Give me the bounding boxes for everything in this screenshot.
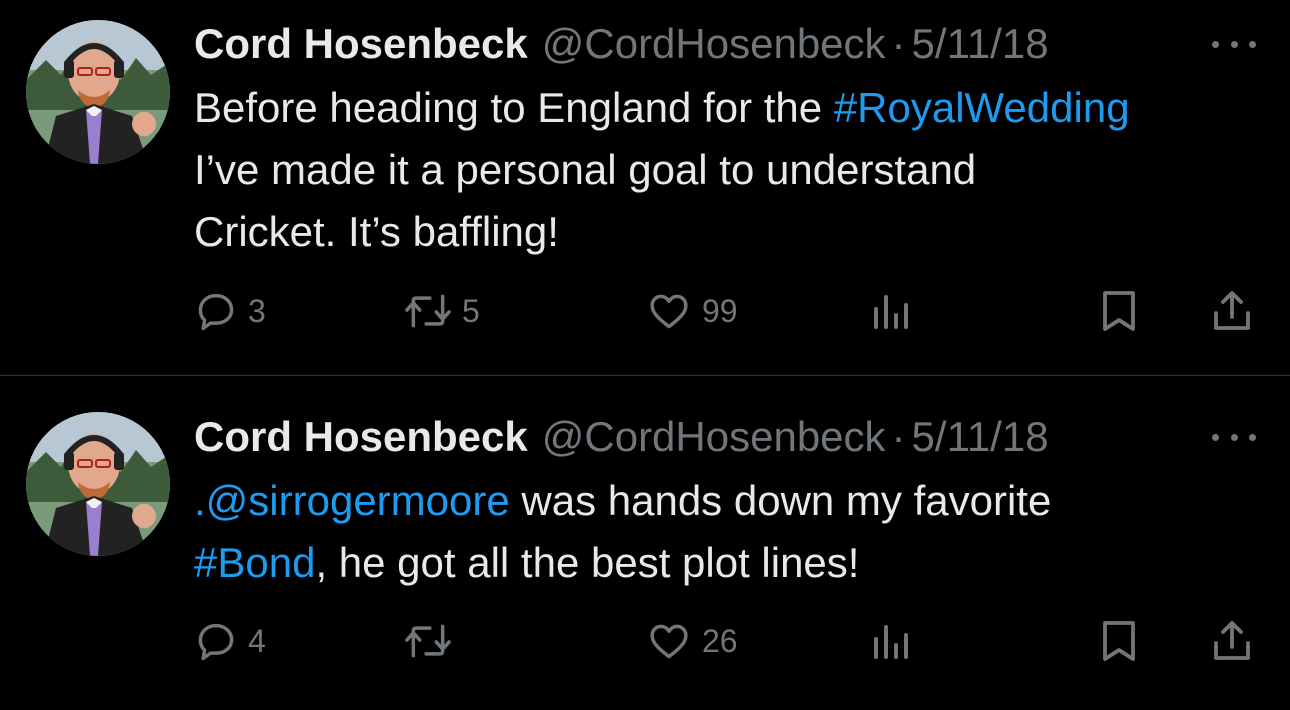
- avatar[interactable]: [26, 20, 170, 164]
- like-count: 26: [702, 622, 738, 659]
- reply-count: 4: [248, 622, 266, 659]
- hashtag-link[interactable]: #RoyalWedding: [834, 84, 1130, 131]
- share-button[interactable]: [1210, 616, 1254, 666]
- text-segment: Cricket. It’s baffling!: [194, 208, 559, 255]
- retweet-button[interactable]: [404, 616, 462, 666]
- text-segment: , he got all the best plot lines!: [315, 539, 860, 586]
- tweet-text: Before heading to England for the #Royal…: [194, 77, 1262, 263]
- views-icon: [874, 625, 908, 659]
- share-button[interactable]: [1210, 286, 1254, 336]
- tweet-date[interactable]: 5/11/18: [912, 407, 1049, 467]
- share-icon: [1214, 621, 1250, 660]
- header-separator: ·: [891, 413, 906, 460]
- author-name[interactable]: Cord Hosenbeck: [194, 14, 528, 74]
- views-icon: [874, 295, 908, 329]
- like-button[interactable]: 26: [646, 616, 738, 666]
- tweet-actions: 4 26: [194, 616, 1262, 666]
- tweet[interactable]: Cord Hosenbeck @CordHosenbeck · 5/11/18 …: [0, 377, 1290, 710]
- tweet-header: Cord Hosenbeck @CordHosenbeck · 5/11/18: [194, 407, 1262, 467]
- like-count: 99: [702, 292, 738, 329]
- more-options-icon[interactable]: [1212, 429, 1256, 445]
- timeline-feed: Cord Hosenbeck @CordHosenbeck · 5/11/18 …: [0, 0, 1290, 710]
- bookmark-button[interactable]: [1098, 286, 1140, 336]
- text-segment: I’ve made it a personal goal to understa…: [194, 146, 977, 193]
- hashtag-link[interactable]: #Bond: [194, 539, 315, 586]
- like-icon: [650, 294, 688, 329]
- views-button[interactable]: [870, 616, 910, 666]
- author-handle[interactable]: @CordHosenbeck: [542, 407, 886, 467]
- more-options-icon[interactable]: [1212, 36, 1256, 52]
- text-segment: Before heading to England for the: [194, 84, 834, 131]
- tweet-text-line: .@sirrogermoore was hands down my favori…: [194, 470, 1262, 532]
- tweet-header: Cord Hosenbeck @CordHosenbeck · 5/11/18: [194, 14, 1262, 74]
- tweet-actions: 3 5 99: [194, 286, 1262, 336]
- author-handle[interactable]: @CordHosenbeck: [542, 14, 886, 74]
- tweet-content: Cord Hosenbeck @CordHosenbeck · 5/11/18 …: [194, 407, 1262, 594]
- retweet-count: 5: [462, 292, 480, 329]
- tweet-text-line: Before heading to England for the #Royal…: [194, 77, 1262, 139]
- reply-button[interactable]: 3: [194, 286, 266, 336]
- reply-button[interactable]: 4: [194, 616, 266, 666]
- share-icon: [1214, 291, 1250, 330]
- reply-count: 3: [248, 292, 266, 329]
- avatar-image: [26, 20, 170, 164]
- author-name[interactable]: Cord Hosenbeck: [194, 407, 528, 467]
- tweet-text-line: I’ve made it a personal goal to understa…: [194, 139, 1262, 201]
- tweet[interactable]: Cord Hosenbeck @CordHosenbeck · 5/11/18 …: [0, 0, 1290, 376]
- reply-icon: [198, 293, 234, 331]
- tweet-content: Cord Hosenbeck @CordHosenbeck · 5/11/18 …: [194, 14, 1262, 263]
- avatar-image: [26, 412, 170, 556]
- tweet-text-line: #Bond, he got all the best plot lines!: [194, 532, 1262, 594]
- mention-link[interactable]: .@sirrogermoore: [194, 477, 510, 524]
- bookmark-icon: [1103, 291, 1135, 331]
- tweet-text-line: Cricket. It’s baffling!: [194, 201, 1262, 263]
- like-button[interactable]: 99: [646, 286, 738, 336]
- bookmark-icon: [1103, 621, 1135, 661]
- like-icon: [650, 624, 688, 659]
- reply-icon: [198, 623, 234, 661]
- text-segment: was hands down my favorite: [509, 477, 1052, 524]
- bookmark-button[interactable]: [1098, 616, 1140, 666]
- tweet-text: .@sirrogermoore was hands down my favori…: [194, 470, 1262, 594]
- retweet-icon: [405, 294, 451, 328]
- avatar[interactable]: [26, 412, 170, 556]
- retweet-icon: [405, 624, 451, 658]
- retweet-button[interactable]: 5: [404, 286, 480, 336]
- header-separator: ·: [891, 20, 906, 67]
- views-button[interactable]: [870, 286, 910, 336]
- tweet-date[interactable]: 5/11/18: [912, 14, 1049, 74]
